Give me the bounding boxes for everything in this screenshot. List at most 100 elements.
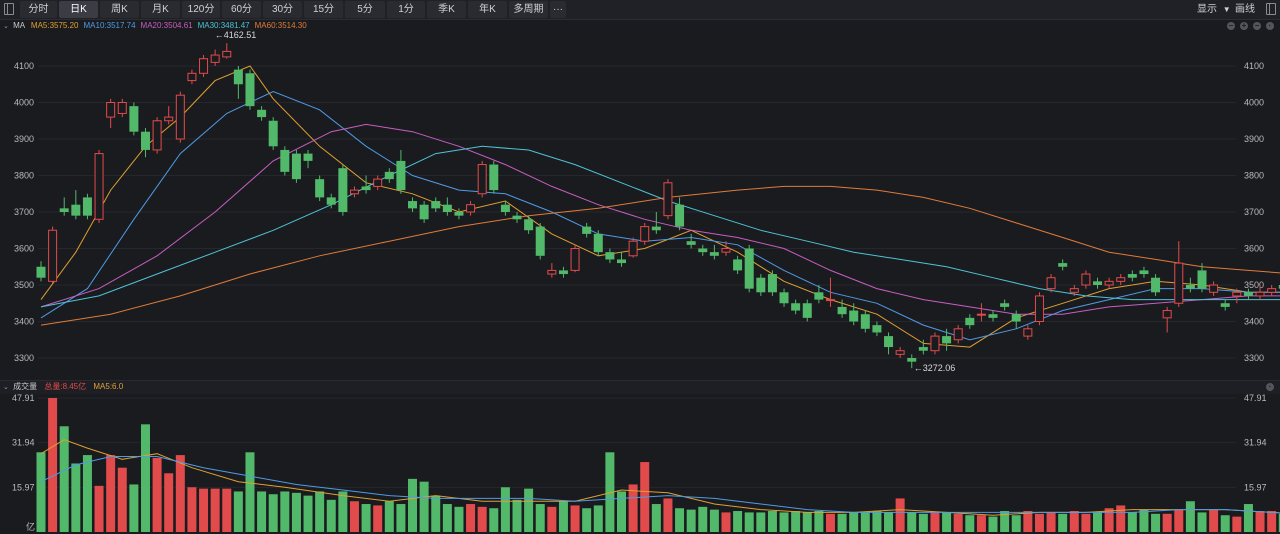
ma-legend-item: MA20:3504.61 [140,21,193,30]
volume-bar [1174,509,1184,532]
candle [280,146,290,176]
volume-bar [210,488,220,532]
volume-bar [651,504,661,532]
candle [1081,270,1091,289]
candle-body [396,160,406,191]
period-toolbar: 分时 日K 周K 月K 120分 60分 30分 15分 5分 1分 季K 年K 多周期 ··· 显示 … [0,0,1280,20]
candle-body [1069,288,1079,293]
volume-bar [94,485,104,532]
volume-bar [524,488,534,532]
volume-bar [245,452,255,532]
candle [1104,277,1114,289]
volume-bar [721,512,731,532]
candle [1185,277,1195,293]
candle-body [373,178,383,187]
more-periods-button[interactable]: ··· [550,1,566,18]
period-tab[interactable]: 月K [141,1,180,18]
volume-bar [976,515,986,532]
period-tab[interactable]: 5分 [345,1,385,18]
period-tab[interactable]: 1分 [387,1,425,18]
candle-body [257,109,267,118]
y-tick-label-left: 47.91 [12,394,35,403]
candle-body [1232,291,1242,297]
chevron-down-icon: ▼ [1222,5,1231,14]
candle-body [1116,277,1126,282]
candle-body [1162,310,1172,319]
chevron-down-icon[interactable]: ⌄ [3,23,9,30]
candle [733,255,743,275]
period-tab[interactable]: 15分 [304,1,343,18]
volume-bar [106,455,116,532]
volume-bar [431,495,441,532]
volume-bar [1209,509,1219,532]
display-menu[interactable]: 显示 ▼ [1197,0,1231,19]
period-tab[interactable]: 周K [100,1,139,18]
volume-bar [222,488,232,532]
period-tab[interactable]: 年K [468,1,507,18]
candle [640,222,650,245]
candle-body [895,350,905,355]
zoom-out-icon[interactable]: − [1253,22,1261,30]
candle [965,314,975,329]
draw-line-button[interactable]: 画线 [1235,0,1255,19]
volume-bar [303,495,313,532]
y-tick-label-right: 3400 [1244,317,1264,327]
candle-body [1046,277,1056,290]
candle [1220,299,1230,311]
candle [291,149,301,183]
volume-bar [1104,508,1114,532]
y-tick-label-right: 3900 [1244,134,1264,144]
candle [628,237,638,258]
period-tab[interactable]: 日K [59,1,98,18]
candle [442,197,452,216]
candle-body [814,292,824,300]
volume-bar [1093,512,1103,532]
candle-body [129,106,139,132]
settings-gear-icon[interactable]: · [1266,22,1274,30]
candle-body [628,240,638,257]
candle-body [384,171,394,180]
candle [988,310,998,322]
candle-body [303,153,313,161]
period-tab[interactable]: 分时 [20,1,57,18]
right-panel-toggle-icon[interactable] [1266,3,1276,15]
volume-chart[interactable]: 47.9147.9131.9431.9415.9715.97亿亿 [0,394,1280,534]
chevron-down-icon[interactable]: ⌄ [3,384,9,391]
volume-settings-gear-icon[interactable]: · [1266,383,1274,391]
period-tab[interactable]: 多周期 [509,1,548,18]
volume-header [0,380,1280,394]
period-tab[interactable]: 60分 [222,1,261,18]
volume-bar [1116,505,1126,532]
volume-bar [1185,501,1195,532]
candle [152,117,162,154]
candle-body [640,226,650,242]
candle [802,299,812,322]
volume-bar [930,512,940,532]
period-tab[interactable]: 季K [427,1,466,18]
period-tab[interactable]: 120分 [182,1,220,18]
candle-body [988,314,998,318]
candle-body [408,201,418,209]
volume-bar [82,455,92,532]
zoom-in-icon[interactable]: + [1240,22,1248,30]
left-panel-toggle-icon[interactable] [4,3,14,15]
collapse-icon[interactable]: − [1227,22,1235,30]
volume-bar [48,398,58,532]
candle-body [1023,328,1033,337]
candle [1243,288,1253,300]
volume-bar [71,463,81,532]
candle-body [94,153,104,220]
y-tick-label-left: 3600 [14,244,34,254]
candle-body [1000,303,1010,307]
volume-bar [698,506,708,532]
candle-body [466,204,476,213]
candle [930,332,940,355]
candle-body [489,164,499,191]
volume-total: 总量:8.45亿 [44,382,87,391]
period-tab[interactable]: 30分 [263,1,302,18]
candle [558,266,568,278]
candle-body [663,182,673,217]
ma-legend-item: MA10:3517.74 [83,21,136,30]
volume-bar [570,505,580,532]
candlestick-chart[interactable]: 4100 4100 4000 4000 3900 3900 3800 3800 3700 3700… [0,30,1280,380]
